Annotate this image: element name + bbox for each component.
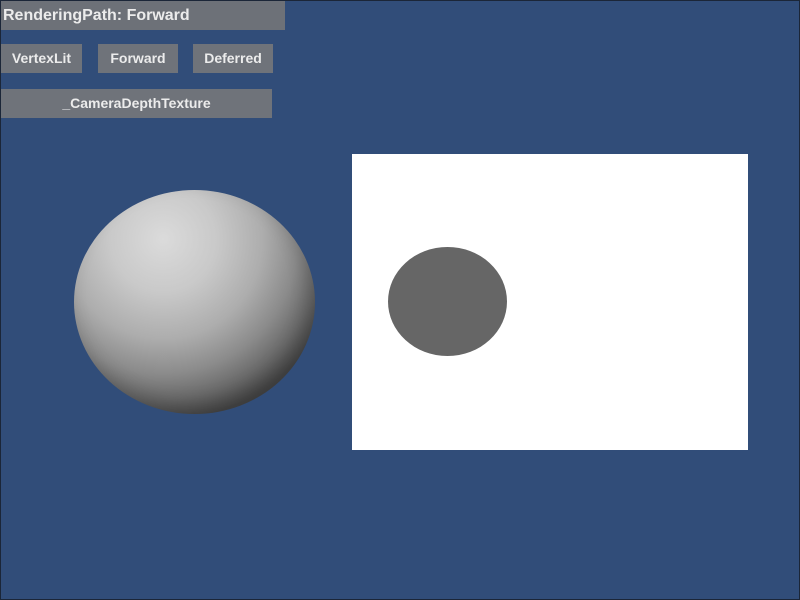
game-viewport: RenderingPath: Forward VertexLit Forward… <box>0 0 800 600</box>
forward-button[interactable]: Forward <box>98 44 178 73</box>
depth-sphere <box>388 247 507 356</box>
rendering-path-label: RenderingPath: Forward <box>1 1 285 30</box>
depth-texture-preview <box>352 154 748 450</box>
deferred-button[interactable]: Deferred <box>193 44 273 73</box>
vertexlit-button[interactable]: VertexLit <box>1 44 82 73</box>
scene-sphere <box>74 190 315 414</box>
camera-depth-texture-button[interactable]: _CameraDepthTexture <box>1 89 272 118</box>
